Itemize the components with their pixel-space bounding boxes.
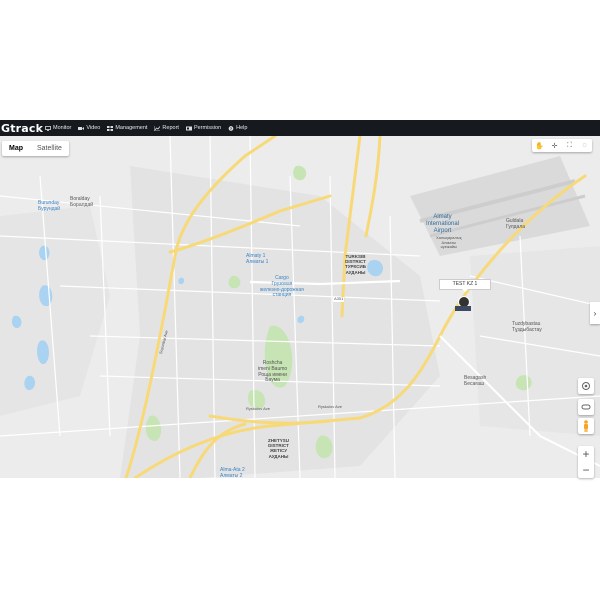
nav-report[interactable]: Report [154,125,179,131]
pegman-icon [584,420,588,432]
place-label-tuzdybastau: Tuzdybastau Тұздыбастау [512,321,542,333]
map-tools: ✋ ✛ ⛶ ◌ [532,139,592,152]
chart-icon [154,125,161,131]
video-icon [78,126,85,131]
map-canvas [0,136,600,478]
map-type-satellite-button[interactable]: Satellite [30,141,69,156]
nav-help[interactable]: ? Help [228,125,247,131]
nav-video[interactable]: Video [78,125,100,131]
nav-permission-label: Permission [193,125,222,131]
crosshair-icon[interactable]: ✛ [547,139,562,152]
place-label-borolday: Boralday Боралдай [70,196,94,208]
district-label-turksib: TURKSIB DISTRICT ТУРКСИБ АУДАНЫ [345,254,366,275]
place-label-almaty1: Almaty 1 Алматы 1 [246,253,269,265]
district-label-zhetysu: ZHETYSU DISTRICT ЖЕТІСУ АУДАНЫ [268,438,290,459]
nav-monitor-label: Monitor [53,125,72,131]
chat-icon[interactable]: ◌ [577,139,592,152]
monitor-icon [45,125,51,131]
vehicle-tooltip[interactable]: TEST KZ 1 [439,279,491,292]
permission-icon [185,126,192,131]
place-label-roshcha: Roshcha imeni Baumo Роща имени Баума [258,360,288,384]
traffic-layer-button[interactable] [578,399,594,415]
app-window: Gtrack Monitor Video Management Report P… [0,120,600,478]
hand-icon[interactable]: ✋ [532,139,547,152]
road-label-a351: A351 [333,296,345,302]
top-navbar: Gtrack Monitor Video Management Report P… [0,120,600,136]
street-view-button[interactable] [578,418,594,434]
nav-report-label: Report [162,125,179,131]
my-location-button[interactable] [578,378,594,394]
map-type-toggle: Map Satellite [2,141,69,156]
place-label-almaata2: Alma-Ata 2 Алматы 2 [220,467,245,478]
nav-video-label: Video [86,125,101,131]
gtrack-logo[interactable]: Gtrack [0,122,45,135]
nav-management[interactable]: Management [107,125,147,131]
nav-monitor[interactable]: Monitor [45,125,71,131]
fullscreen-icon[interactable]: ⛶ [562,139,577,152]
zoom-out-button[interactable]: − [578,462,594,478]
help-icon: ? [228,125,234,131]
svg-text:?: ? [230,126,232,130]
zoom-in-button[interactable]: + [578,446,594,462]
road-label-ryskulov: Ryskulov Ave [246,406,270,411]
nav-help-label: Help [236,125,248,131]
nav-permission[interactable]: Permission [185,125,222,131]
map-type-map-button[interactable]: Map [2,141,30,156]
road-label-ryskulov-east: Ryskulov Ave [318,404,342,409]
place-label-guldala: Guldala Гулдала [506,218,526,230]
layers-icon [581,404,591,410]
nav-management-label: Management [115,125,148,131]
place-label-airport: Almaty International Airport [426,214,460,234]
map-view[interactable]: Map Satellite [0,136,600,478]
vehicle-plate [455,306,471,311]
place-label-burunday: Burunday Бурундай [38,200,61,212]
place-label-cargo-station: Cargo Грузовая железно-дорожная станция [260,275,304,299]
side-panel-toggle-icon[interactable]: › [590,302,600,324]
grid-icon [107,125,114,131]
target-icon [582,382,590,390]
place-label-airport-sub: Халықаралық Алматы әуежайы [436,235,462,250]
place-label-besagash: Besagash Бесағаш [464,375,487,387]
zoom-control: + − [578,446,594,478]
